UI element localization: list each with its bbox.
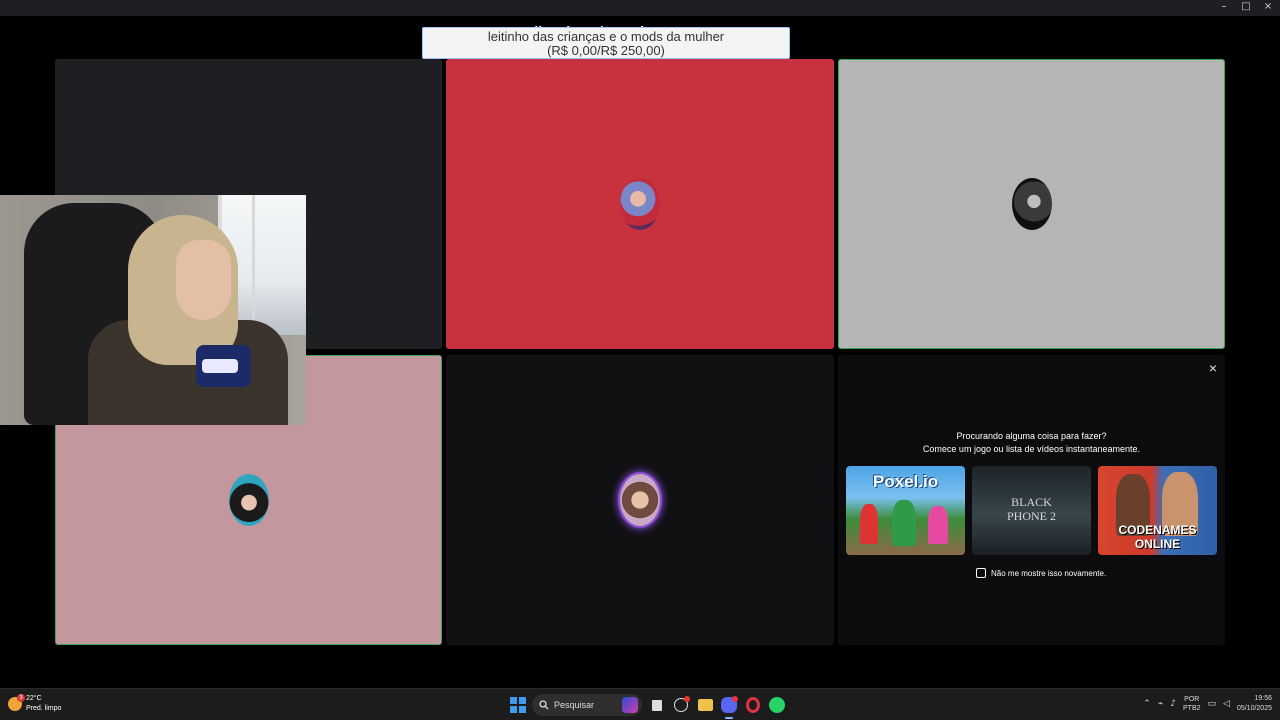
windows-start-icon[interactable] — [510, 697, 526, 713]
weather-widget[interactable]: 3 22°C Pred. limpo — [8, 694, 61, 714]
character-figure — [928, 506, 948, 544]
card-title: Poxel.io — [872, 472, 939, 491]
participant-tile-gray[interactable] — [838, 59, 1225, 349]
notes-app-icon[interactable] — [672, 696, 690, 714]
clock[interactable]: 19:56 05/10/2025 — [1237, 694, 1272, 714]
window-titlebar: – □ × — [0, 0, 1280, 16]
battery-icon[interactable]: ▭ — [1208, 699, 1217, 709]
participant-avatar — [620, 178, 660, 230]
participant-avatar-speaking — [620, 474, 660, 526]
file-explorer-icon[interactable] — [696, 696, 714, 714]
speaker-icon[interactable]: ◁ — [1223, 699, 1230, 709]
weather-desc: Pred. limpo — [26, 705, 62, 712]
chevron-up-icon[interactable]: ⌃ — [1143, 699, 1151, 709]
network-icon[interactable]: ⌁ — [1158, 699, 1163, 709]
microphone — [196, 345, 251, 387]
activity-prompt-line1: Procurando alguma coisa para fazer? — [956, 431, 1107, 441]
character-figure — [892, 500, 916, 546]
activity-prompt-line2: Comece um jogo ou lista de vídeos instan… — [922, 444, 1141, 454]
clock-time: 19:56 — [1254, 695, 1272, 702]
keyboard-layout: PTB2 — [1183, 705, 1201, 712]
search-highlight-icon — [622, 697, 638, 713]
clock-date: 05/10/2025 — [1236, 705, 1272, 712]
discord-icon[interactable] — [720, 696, 738, 719]
microphone-icon[interactable]: ♪ — [1170, 699, 1176, 709]
opera-icon[interactable] — [744, 696, 762, 714]
goal-progress: (R$ 0,00/R$ 250,00) — [547, 43, 665, 58]
participant-avatar — [228, 474, 269, 526]
language-code: POR — [1184, 696, 1200, 703]
donation-goal: leitinho das crianças e o mods da mulher… — [422, 27, 790, 59]
streamer-face — [176, 240, 231, 320]
close-window-button[interactable]: × — [1262, 1, 1274, 12]
language-indicator[interactable]: POR PTB2 — [1183, 695, 1201, 713]
weather-text: 22°C Pred. limpo — [26, 694, 61, 714]
weather-icon: 3 — [8, 694, 25, 711]
activity-card-poxel[interactable]: Poxel.io — [846, 466, 965, 555]
dont-show-again: Não me mostre isso novamente. — [976, 568, 1106, 578]
system-tray: ⌃ ⌁ ♪ POR PTB2 ▭ ◁ 19:56 05/10/2025 — [1143, 694, 1272, 714]
taskbar-apps: Pesquisar — [510, 694, 786, 719]
task-view-icon[interactable] — [648, 696, 666, 714]
weather-temp: 22°C — [26, 695, 42, 702]
activity-promo-panel: × Procurando alguma coisa para fazer? Co… — [838, 355, 1225, 645]
activity-card-codenames[interactable]: CODENAMES ONLINE — [1098, 466, 1217, 555]
activity-cards: Poxel.io BLACK PHONE 2 CODENAMES ONLINE — [846, 466, 1217, 555]
close-icon[interactable]: × — [1209, 360, 1217, 376]
minimize-button[interactable]: – — [1218, 1, 1230, 12]
maximize-button[interactable]: □ — [1240, 1, 1252, 12]
search-icon — [539, 700, 549, 710]
participant-tile-dark[interactable] — [446, 355, 834, 645]
whatsapp-icon[interactable] — [768, 696, 786, 714]
weather-badge: 3 — [17, 694, 25, 702]
dont-show-label: Não me mostre isso novamente. — [991, 568, 1107, 578]
goal-title: leitinho das crianças e o mods da mulher — [487, 29, 725, 44]
search-placeholder: Pesquisar — [554, 700, 595, 710]
card-title: BLACK — [1011, 495, 1052, 509]
character-figure — [860, 504, 878, 544]
participant-tile-red[interactable] — [446, 59, 834, 349]
activity-prompt: Procurando alguma coisa para fazer? Come… — [838, 430, 1225, 456]
window-controls: – □ × — [1218, 1, 1274, 12]
webcam-overlay — [0, 195, 306, 425]
dont-show-checkbox[interactable] — [976, 568, 986, 578]
activity-card-black-phone[interactable]: BLACK PHONE 2 — [972, 466, 1091, 555]
card-title: CODENAMES ONLINE — [1118, 523, 1197, 551]
card-subtitle: PHONE 2 — [1006, 509, 1056, 523]
taskbar-search[interactable]: Pesquisar — [532, 694, 642, 716]
participant-avatar — [1011, 178, 1052, 230]
taskbar: 3 22°C Pred. limpo Pesquisar ⌃ ⌁ ♪ POR P… — [0, 688, 1280, 720]
